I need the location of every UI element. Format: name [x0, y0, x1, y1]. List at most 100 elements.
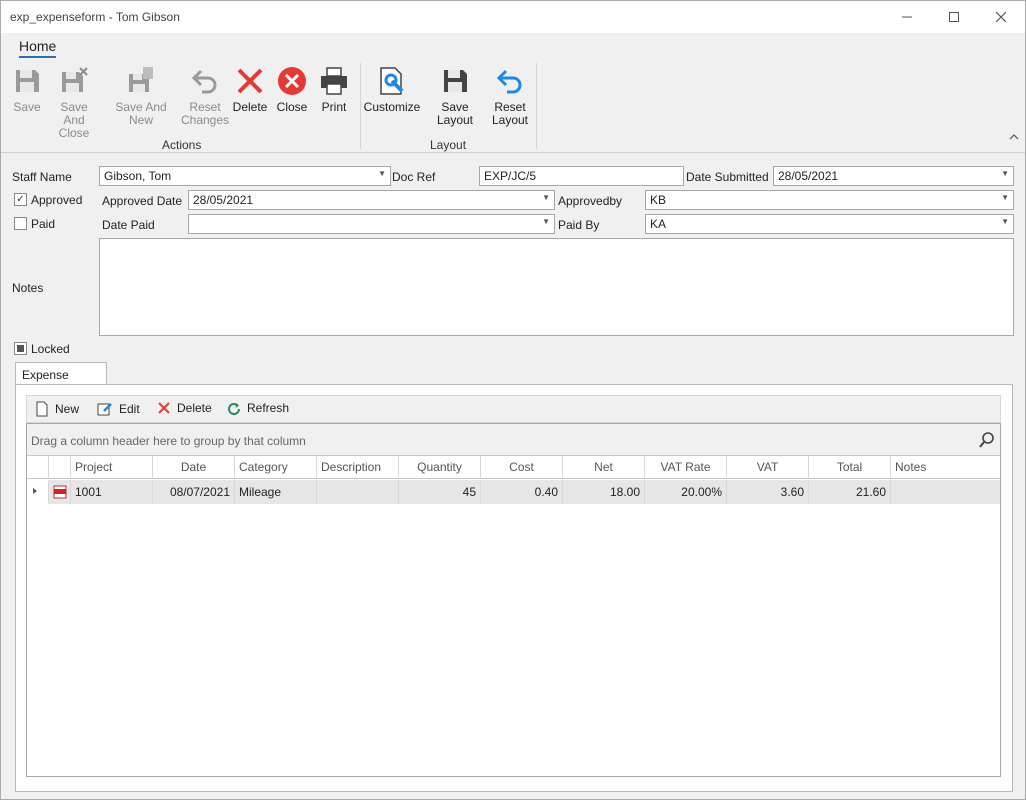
- delete-button[interactable]: Delete: [233, 65, 267, 114]
- grid-delete-label: Delete: [177, 401, 212, 415]
- row-attachment[interactable]: [49, 480, 71, 504]
- tab-home[interactable]: Home: [19, 38, 57, 58]
- customize-wrench-icon: [380, 67, 404, 95]
- approvedby-value: KB: [650, 193, 667, 207]
- grid-edit-label: Edit: [119, 402, 140, 416]
- chevron-down-icon: ▼: [1001, 169, 1009, 178]
- date-paid-field[interactable]: ▼: [188, 214, 555, 234]
- save-close-icon: [62, 67, 88, 92]
- collapse-ribbon-icon[interactable]: [1009, 133, 1019, 144]
- indeterminate-mark: [17, 345, 24, 352]
- reset-layout-button[interactable]: Reset Layout: [491, 65, 529, 127]
- header-cost[interactable]: Cost: [481, 456, 563, 479]
- cell-vat[interactable]: 3.60: [727, 480, 809, 504]
- date-submitted-label: Date Submitted: [686, 170, 769, 184]
- expense-form: Staff Name Gibson, Tom ▼ Doc Ref EXP/JC/…: [1, 154, 1025, 799]
- expense-details-page: New Edit Delete Refresh Drag a column he: [15, 384, 1013, 792]
- customize-button[interactable]: Customize: [364, 65, 420, 114]
- save-and-close-label-1: Save And: [60, 100, 88, 127]
- search-icon[interactable]: [978, 431, 996, 449]
- maximize-button[interactable]: [932, 5, 976, 29]
- cell-cost[interactable]: 0.40: [481, 480, 563, 504]
- header-quantity[interactable]: Quantity: [399, 456, 481, 479]
- notes-label: Notes: [12, 281, 44, 295]
- cell-project[interactable]: 1001: [71, 480, 153, 504]
- cell-notes[interactable]: [891, 480, 1000, 504]
- header-notes[interactable]: Notes: [891, 456, 1000, 479]
- actions-group-label: Actions: [162, 138, 202, 152]
- save-and-new-button[interactable]: Save And New: [104, 65, 178, 127]
- reset-changes-label-2: Changes: [180, 113, 230, 127]
- tab-expense-details[interactable]: Expense Details: [15, 362, 107, 396]
- chevron-down-icon: ▼: [542, 193, 550, 202]
- save-button[interactable]: Save: [11, 65, 43, 114]
- approved-date-field[interactable]: 28/05/2021 ▼: [188, 190, 555, 210]
- minimize-icon: [902, 16, 912, 18]
- staff-name-combo[interactable]: Gibson, Tom ▼: [99, 166, 391, 186]
- save-and-new-label: Save And New: [115, 100, 167, 127]
- refresh-icon: [228, 403, 240, 415]
- header-description[interactable]: Description: [317, 456, 399, 479]
- window-title: exp_expenseform - Tom Gibson: [10, 10, 180, 24]
- reset-changes-button[interactable]: Reset Changes: [180, 65, 230, 127]
- locked-checkbox[interactable]: [14, 342, 27, 355]
- paid-checkbox[interactable]: [14, 217, 27, 230]
- header-category[interactable]: Category: [235, 456, 317, 479]
- printer-icon: [321, 67, 347, 95]
- approved-checkbox[interactable]: ✓: [14, 193, 27, 206]
- notes-textarea[interactable]: [99, 238, 1014, 336]
- staff-name-value: Gibson, Tom: [104, 169, 172, 183]
- new-document-icon: [36, 401, 48, 417]
- paid-by-label: Paid By: [558, 218, 600, 232]
- date-submitted-value: 28/05/2021: [778, 169, 839, 183]
- approvedby-label: Approvedby: [558, 194, 623, 208]
- save-and-close-button[interactable]: Save And Close: [49, 65, 99, 140]
- row-indicator[interactable]: [27, 480, 49, 504]
- paid-by-combo[interactable]: KA ▼: [645, 214, 1014, 234]
- pdf-icon: [53, 485, 67, 499]
- date-paid-label: Date Paid: [102, 218, 155, 232]
- date-submitted-field[interactable]: 28/05/2021 ▼: [773, 166, 1014, 186]
- header-total[interactable]: Total: [809, 456, 891, 479]
- locked-label: Locked: [31, 342, 70, 356]
- grid-refresh-label: Refresh: [247, 401, 290, 415]
- cell-category[interactable]: Mileage: [235, 480, 317, 504]
- grid-delete-button[interactable]: Delete: [157, 401, 212, 415]
- ribbon: Home Save Save And Close Save And New Re…: [1, 33, 1025, 153]
- close-window-button[interactable]: [979, 5, 1023, 29]
- header-net[interactable]: Net: [563, 456, 645, 479]
- cell-total[interactable]: 21.60: [809, 480, 891, 504]
- save-layout-button[interactable]: Save Layout: [423, 65, 487, 127]
- close-circle-icon: [278, 67, 306, 95]
- row-indicator-icon: [33, 488, 37, 494]
- cell-quantity[interactable]: 45: [399, 480, 481, 504]
- delete-label: Delete: [232, 100, 268, 114]
- approvedby-combo[interactable]: KB ▼: [645, 190, 1014, 210]
- save-new-icon: [129, 67, 153, 92]
- cell-date[interactable]: 08/07/2021: [153, 480, 235, 504]
- cell-description[interactable]: [317, 480, 399, 504]
- customize-label: Customize: [363, 100, 421, 114]
- grid-toolbar: New Edit Delete Refresh: [26, 395, 1001, 423]
- doc-ref-label: Doc Ref: [392, 170, 436, 184]
- close-button[interactable]: Close: [276, 65, 308, 114]
- header-vat[interactable]: VAT: [727, 456, 809, 479]
- cell-vat-rate[interactable]: 20.00%: [645, 480, 727, 504]
- delete-x-icon: [237, 68, 263, 94]
- doc-ref-field[interactable]: EXP/JC/5: [479, 166, 684, 186]
- grid-refresh-button[interactable]: Refresh: [227, 401, 289, 415]
- header-indicator-column: [27, 456, 49, 479]
- header-date[interactable]: Date: [153, 456, 235, 479]
- minimize-button[interactable]: [885, 5, 929, 29]
- print-button[interactable]: Print: [318, 65, 350, 114]
- header-vat-rate[interactable]: VAT Rate: [645, 456, 727, 479]
- save-label: Save: [13, 100, 41, 114]
- grid-edit-button[interactable]: Edit: [97, 401, 140, 417]
- group-by-panel[interactable]: Drag a column header here to group by th…: [27, 424, 1000, 456]
- header-project[interactable]: Project: [71, 456, 153, 479]
- layout-group-label: Layout: [430, 138, 467, 152]
- undo-icon: [191, 69, 217, 94]
- expense-grid: Drag a column header here to group by th…: [26, 423, 1001, 777]
- cell-net[interactable]: 18.00: [563, 480, 645, 504]
- grid-new-button[interactable]: New: [35, 401, 79, 417]
